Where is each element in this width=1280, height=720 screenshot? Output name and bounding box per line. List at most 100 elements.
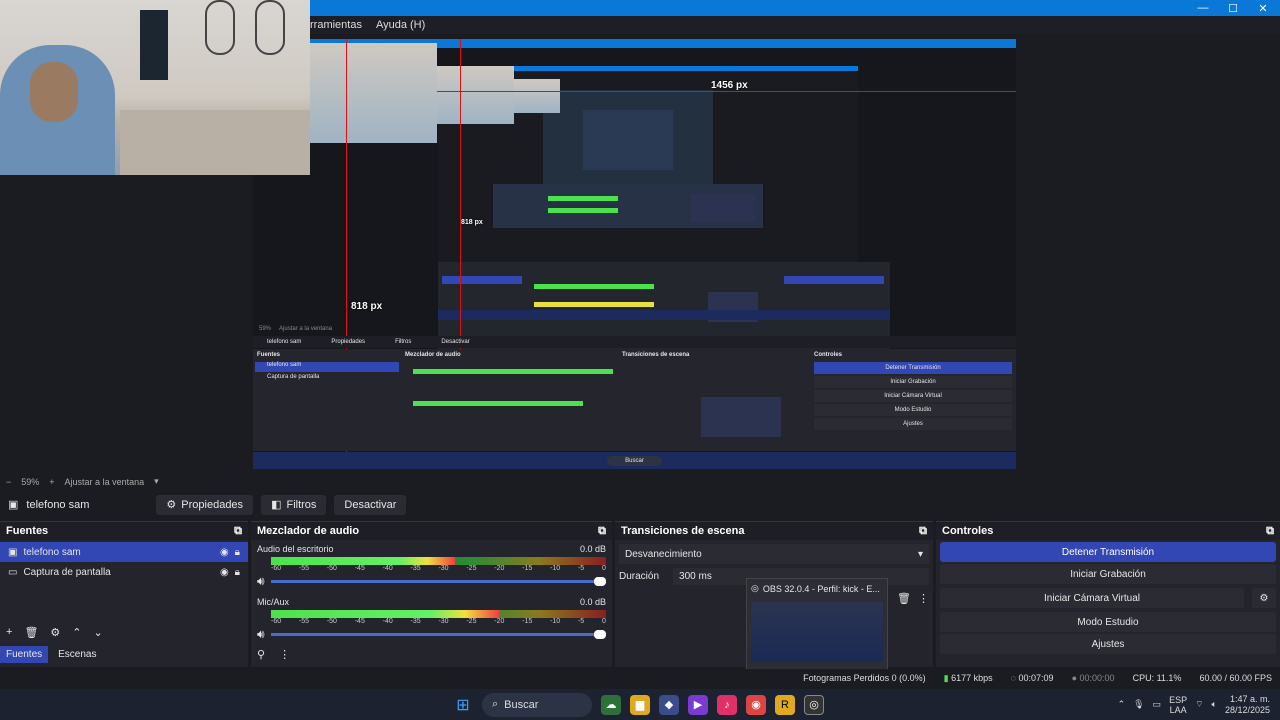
volume-slider[interactable] [270, 577, 606, 586]
gear-icon[interactable]: ⚙ [1252, 588, 1276, 608]
eye-icon[interactable]: ◉ [220, 547, 229, 558]
lock-icon[interactable]: 🔒︎ [235, 567, 240, 578]
nested-studio: Modo Estudio [814, 404, 1012, 416]
tiktok-icon[interactable]: ♪ [717, 694, 737, 715]
add-icon[interactable]: + [6, 626, 12, 639]
cpu-usage: CPU: 11.1% [1132, 673, 1182, 683]
gear-icon[interactable]: ⚙ [50, 626, 60, 639]
record-time-value: 00:00:00 [1079, 673, 1115, 683]
minimize-button[interactable]: — [1188, 0, 1218, 16]
maximize-button[interactable]: ☐ [1218, 0, 1248, 16]
folder-icon[interactable]: ▆ [630, 694, 650, 715]
tab-scenes[interactable]: Escenas [48, 646, 106, 663]
taskbar-preview-tooltip[interactable]: ◎ OBS 32.0.4 - Perfil: kick - E... [746, 578, 888, 672]
source-label: Captura de pantalla [23, 566, 111, 578]
mic-icon[interactable]: 🎙︎ [1133, 699, 1144, 710]
studio-mode-button[interactable]: Modo Estudio [940, 612, 1276, 632]
meter-tick: -45 [354, 618, 365, 625]
properties-button[interactable]: ⚙ Propiedades [156, 494, 254, 515]
chevron-down-icon[interactable]: ▾ [154, 476, 159, 487]
link-icon[interactable]: ⚲ [257, 648, 265, 661]
windows-start-icon[interactable]: ⊞ [453, 695, 473, 715]
more-icon[interactable]: ⋮ [918, 592, 929, 605]
zoom-out-button[interactable]: − [6, 477, 11, 487]
wifi-icon[interactable]: ⌔ [1195, 699, 1203, 710]
start-record-button[interactable]: Iniciar Grabación [940, 564, 1276, 584]
tab-sources[interactable]: Fuentes [0, 646, 49, 663]
menu-tools[interactable]: rramientas [310, 19, 362, 31]
source-item-captura[interactable]: ▭ Captura de pantalla ◉ 🔒︎ [0, 562, 248, 582]
obs-icon[interactable]: ◎ [804, 694, 824, 715]
meter-tick: -35 [410, 618, 421, 625]
clock[interactable]: 1:47 a. m. 28/12/2025 [1225, 694, 1270, 716]
stream-time: ◌ 00:07:09 [1011, 673, 1054, 683]
meter-tick: -25 [466, 618, 477, 625]
filter-icon: ◧ [271, 499, 282, 511]
widgets-icon[interactable]: ☁ [601, 694, 621, 715]
volume-slider[interactable] [270, 630, 606, 639]
nested-dock-area: Fuentes Mezclador de audio Transiciones … [253, 349, 1016, 451]
virtual-camera-button[interactable]: Iniciar Cámara Virtual [940, 588, 1244, 608]
transition-select[interactable]: Desvanecimiento ▾ [619, 544, 929, 564]
menu-help[interactable]: Ayuda (H) [376, 19, 425, 31]
settings-button[interactable]: Ajustes [940, 634, 1276, 654]
speaker-icon[interactable]: 🔊︎ [257, 627, 265, 642]
nested-zoom-bar: 59% Ajustar a la ventana [253, 326, 1016, 336]
r-app-icon[interactable]: R [775, 694, 795, 715]
dock-undock-icon[interactable]: ⧉ [234, 525, 242, 538]
meter-tick: -25 [466, 565, 477, 572]
preview-canvas[interactable]: 1456 px 818 px 818 px 59% Ajustar a la v… [253, 39, 1016, 469]
eye-icon[interactable]: ◉ [220, 567, 229, 578]
source-item-telefono[interactable]: ▣ telefono sam ◉ 🔒︎ [0, 542, 248, 562]
properties-label: Propiedades [181, 498, 244, 511]
lock-icon[interactable]: 🔒︎ [235, 547, 240, 558]
meter-tick: -60 [271, 565, 282, 572]
chevron-up-icon[interactable]: ⌃ [1118, 699, 1126, 710]
trash-icon[interactable]: 🗑︎ [24, 626, 38, 639]
dock-undock-icon[interactable]: ⧉ [598, 525, 606, 538]
nested-filters: Filtros [395, 339, 412, 345]
trash-icon[interactable]: 🗑︎ [897, 592, 911, 605]
nested-source-item: Captura de pantalla [267, 374, 320, 380]
meter-tick: -60 [271, 618, 282, 625]
volume-icon[interactable]: 🔈︎ [1212, 699, 1217, 710]
meter-tick: -45 [354, 565, 365, 572]
chevron-down-icon: ▾ [917, 548, 923, 560]
tooltip-thumbnail [751, 602, 883, 662]
nested-source-name: telefono sam [267, 339, 302, 345]
clock-time: 1:47 a. m. [1229, 693, 1270, 704]
meter-ticks: -60 -55 -50 -45 -40 -35 -30 -25 -20 -15 -10 -5 0 [271, 565, 606, 572]
more-icon[interactable]: ⋮ [279, 648, 290, 661]
chrome-icon[interactable]: ◉ [746, 694, 766, 715]
volume-handle[interactable] [594, 630, 606, 639]
zoom-level: 59% [21, 476, 40, 487]
nested-transitions-title: Transiciones de escena [622, 352, 690, 358]
language-indicator[interactable]: ESP LAA [1169, 695, 1187, 715]
nested-meter [534, 302, 654, 307]
zoom-in-button[interactable]: + [49, 477, 54, 487]
nested-fit-text: Ajustar a la ventana [279, 326, 333, 332]
speaker-icon[interactable]: 🔊︎ [257, 574, 265, 589]
stop-stream-button[interactable]: Detener Transmisión [940, 542, 1276, 562]
transition-selected: Desvanecimiento [625, 548, 702, 560]
media-icon[interactable]: ▶ [688, 694, 708, 715]
meter-tick: -55 [298, 565, 310, 572]
app-icon[interactable]: ◆ [659, 694, 679, 715]
display-icon[interactable]: ▭ [1153, 699, 1162, 710]
meter-tick: -55 [298, 618, 310, 625]
language-code: ESP [1169, 694, 1188, 705]
width-measure-label: 1456 px [711, 80, 748, 91]
record-time: ● 00:00:00 [1072, 673, 1115, 683]
fit-to-window[interactable]: Ajustar a la ventana [65, 477, 145, 487]
nested-sources-title: Fuentes [257, 352, 281, 358]
taskbar-search[interactable]: ⌕ Buscar [482, 692, 592, 717]
nested-meter-mic [413, 401, 583, 406]
dock-undock-icon[interactable]: ⧉ [919, 525, 927, 538]
deactivate-button[interactable]: Desactivar [334, 494, 407, 515]
close-button[interactable]: ✕ [1248, 0, 1278, 16]
arrow-down-icon[interactable]: ⌄ [94, 626, 103, 639]
volume-handle[interactable] [594, 577, 606, 586]
filters-button[interactable]: ◧ Filtros [261, 494, 327, 515]
arrow-up-icon[interactable]: ⌃ [72, 626, 81, 639]
dock-undock-icon[interactable]: ⧉ [1266, 525, 1274, 538]
